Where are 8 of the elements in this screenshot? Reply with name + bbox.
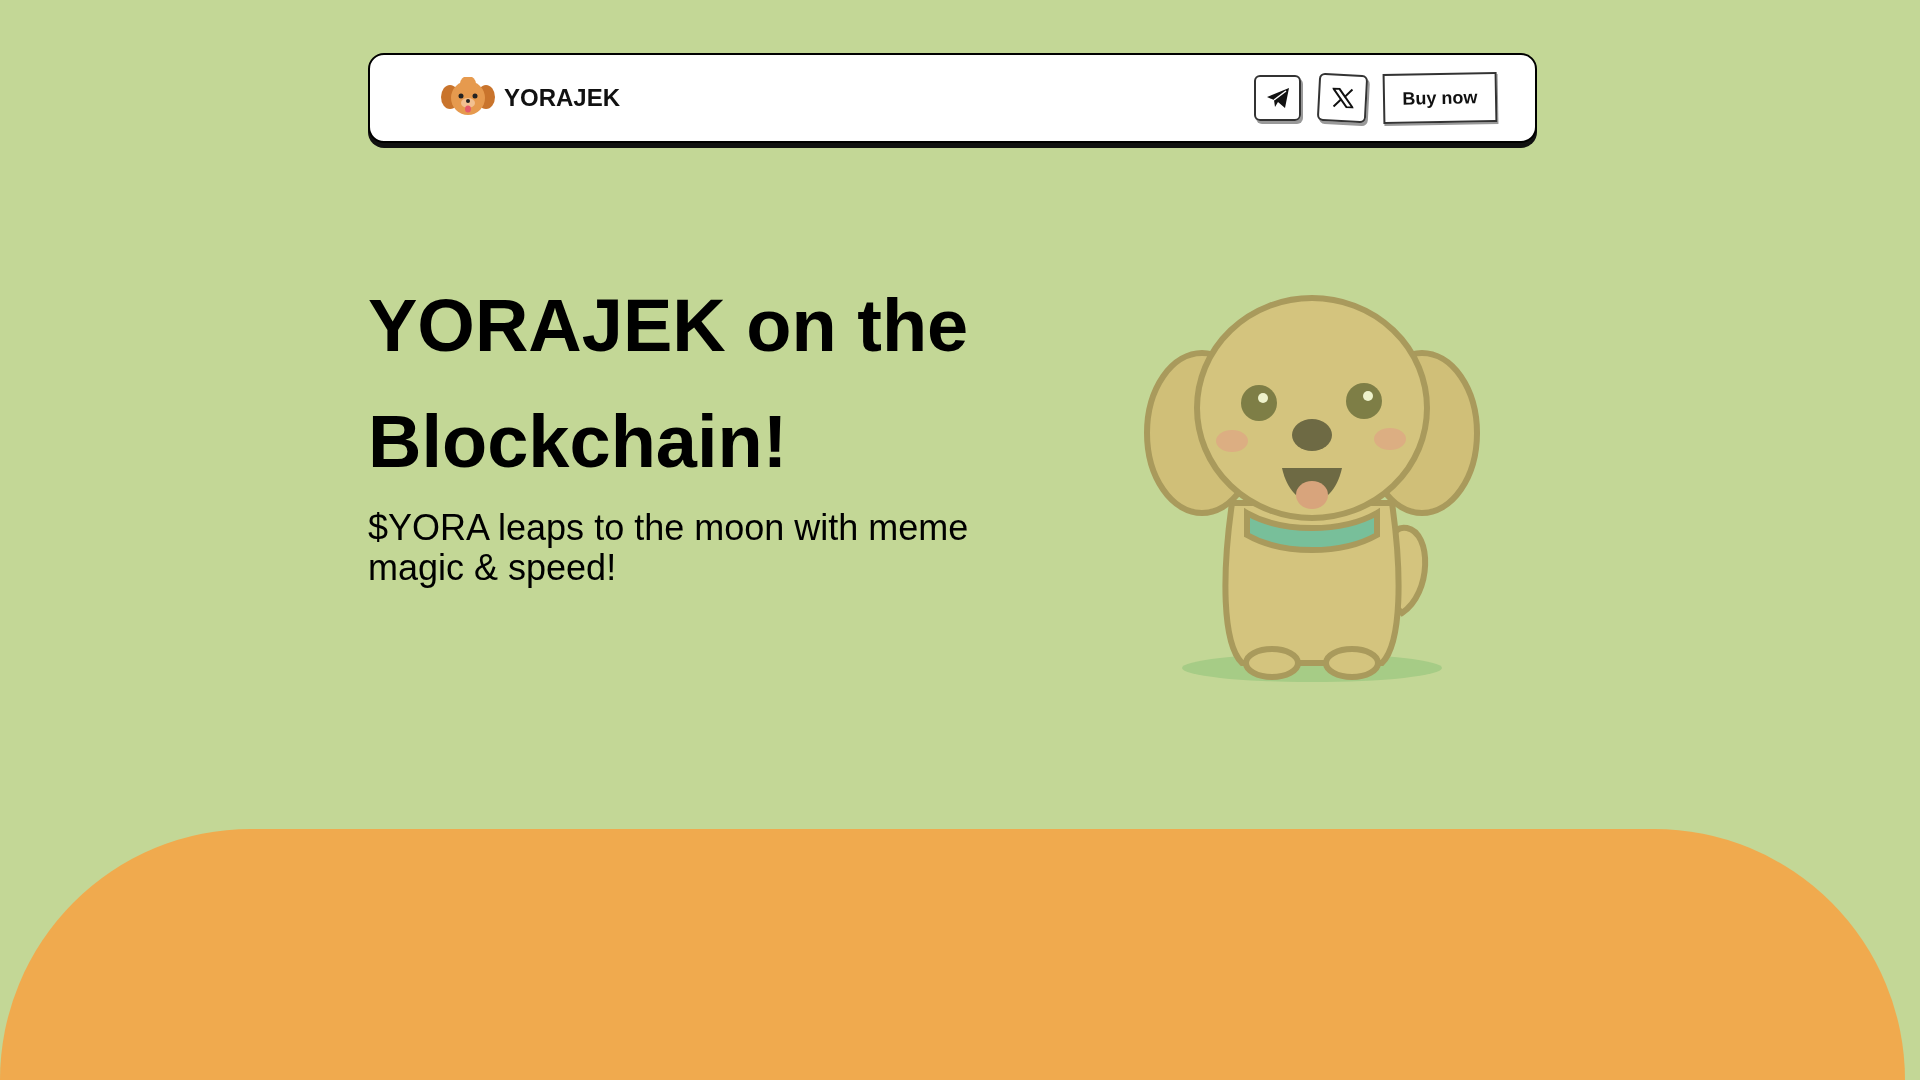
x-link[interactable] [1316,72,1369,124]
paper-plane-icon [1265,87,1290,109]
buy-now-button[interactable]: Buy now [1382,72,1498,124]
telegram-link[interactable] [1254,75,1301,121]
hero-heading: YORAJEK on the Blockchain! [368,283,970,485]
hero-subtitle: $YORA leaps to the moon with meme magic & speed! [368,508,970,588]
brand-name: YORAJEK [504,83,621,113]
x-logo-icon [1331,87,1354,109]
